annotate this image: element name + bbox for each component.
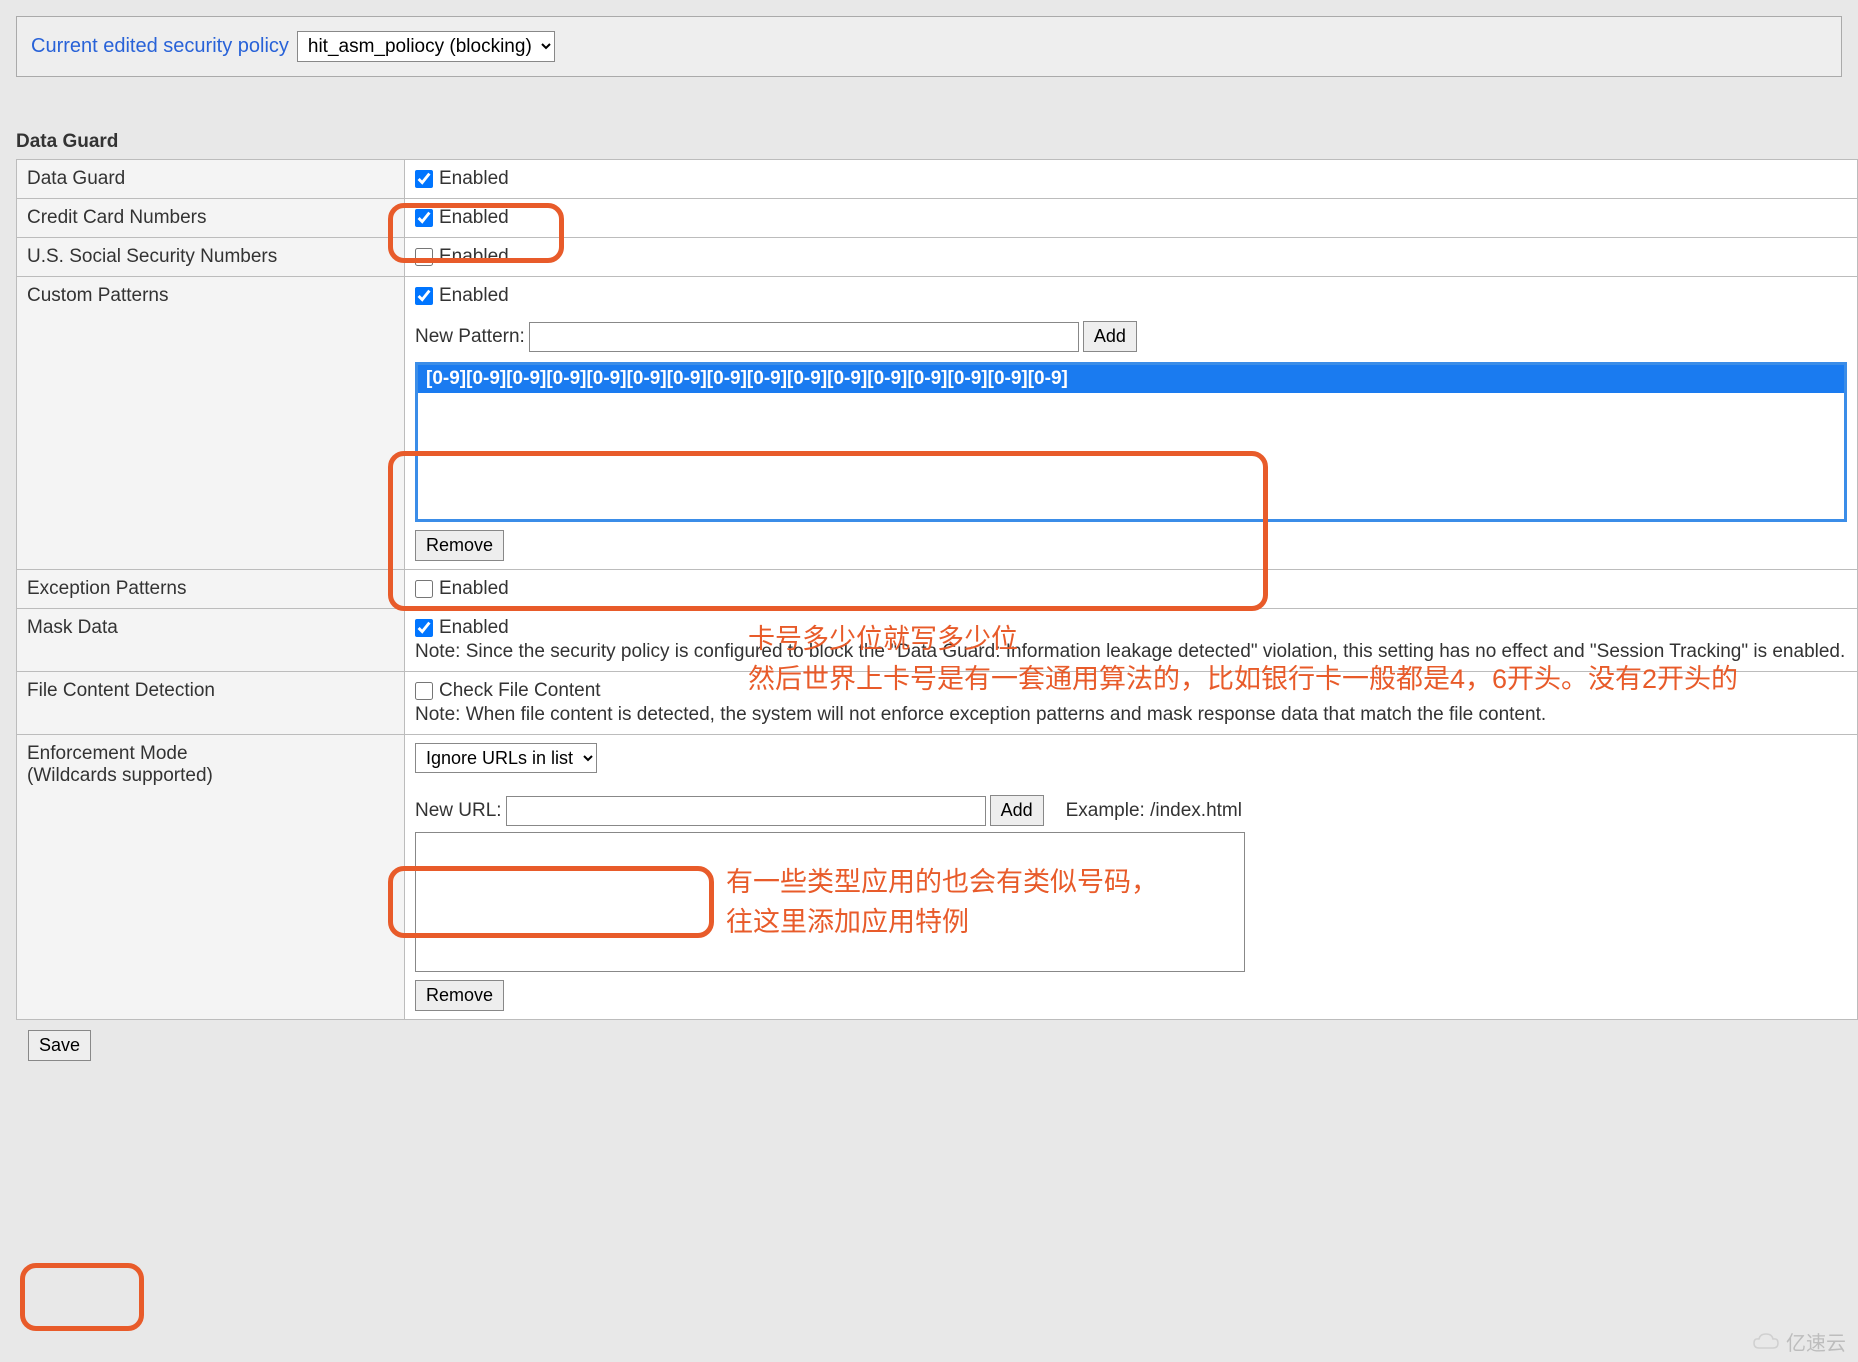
checkbox-custom[interactable] xyxy=(415,287,433,305)
label-file: File Content Detection xyxy=(17,672,405,735)
annotation-file-1: 有一些类型应用的也会有类似号码， xyxy=(726,864,1158,900)
label-enabled: Enabled xyxy=(439,578,509,600)
save-button[interactable]: Save xyxy=(28,1030,91,1061)
url-example: Example: /index.html xyxy=(1066,800,1242,822)
annotation-custom-2: 然后世界上卡号是有一套通用算法的，比如银行卡一般都是4，6开头。没有2开头的 xyxy=(748,661,1798,697)
label-mask: Mask Data xyxy=(17,609,405,672)
label-ssn: U.S. Social Security Numbers xyxy=(17,238,405,277)
new-url-label: New URL: xyxy=(415,800,502,822)
label-enforce-2: (Wildcards supported) xyxy=(27,765,213,786)
checkbox-exception[interactable] xyxy=(415,580,433,598)
new-url-input[interactable] xyxy=(506,796,986,826)
label-enabled: Enabled xyxy=(439,207,509,229)
label-enforce-1: Enforcement Mode xyxy=(27,743,188,764)
mask-note: Note: Since the security policy is confi… xyxy=(415,641,1847,663)
policy-select[interactable]: hit_asm_poliocy (blocking) xyxy=(297,31,555,62)
watermark-text: 亿速云 xyxy=(1786,1327,1846,1356)
row-custom: Custom Patterns Enabled New Pattern: Add… xyxy=(17,277,1858,570)
label-custom: Custom Patterns xyxy=(17,277,405,570)
watermark: 亿速云 xyxy=(1752,1327,1846,1356)
checkbox-ccn[interactable] xyxy=(415,209,433,227)
label-enforce: Enforcement Mode (Wildcards supported) xyxy=(17,735,405,1020)
checkbox-ssn[interactable] xyxy=(415,248,433,266)
checkbox-mask[interactable] xyxy=(415,619,433,637)
label-enabled: Enabled xyxy=(439,168,509,190)
enforce-mode-select[interactable]: Ignore URLs in list xyxy=(415,743,597,773)
label-enabled: Enabled xyxy=(439,285,509,307)
new-pattern-input[interactable] xyxy=(529,322,1079,352)
row-ccn: Credit Card Numbers Enabled xyxy=(17,199,1858,238)
label-ccn: Credit Card Numbers xyxy=(17,199,405,238)
annotation-file-2: 往这里添加应用特例 xyxy=(726,904,969,940)
add-url-button[interactable]: Add xyxy=(990,795,1044,826)
add-pattern-button[interactable]: Add xyxy=(1083,321,1137,352)
annotation-custom-1: 卡号多少位就写多少位 xyxy=(748,621,1018,657)
remove-url-button[interactable]: Remove xyxy=(415,980,504,1011)
row-exception: Exception Patterns Enabled xyxy=(17,570,1858,609)
new-pattern-label: New Pattern: xyxy=(415,326,525,348)
label-check-file: Check File Content xyxy=(439,680,601,702)
label-exception: Exception Patterns xyxy=(17,570,405,609)
label-enabled: Enabled xyxy=(439,246,509,268)
checkbox-data-guard[interactable] xyxy=(415,170,433,188)
pattern-listbox[interactable]: [0-9][0-9][0-9][0-9][0-9][0-9][0-9][0-9]… xyxy=(415,362,1847,522)
row-data-guard: Data Guard Enabled xyxy=(17,160,1858,199)
remove-pattern-button[interactable]: Remove xyxy=(415,530,504,561)
row-ssn: U.S. Social Security Numbers Enabled xyxy=(17,238,1858,277)
pattern-item-selected[interactable]: [0-9][0-9][0-9][0-9][0-9][0-9][0-9][0-9]… xyxy=(418,365,1844,393)
checkbox-file-content[interactable] xyxy=(415,682,433,700)
policy-bar-label: Current edited security policy xyxy=(31,35,289,58)
highlight-box-save xyxy=(20,1263,144,1331)
label-enabled: Enabled xyxy=(439,617,509,639)
policy-bar: Current edited security policy hit_asm_p… xyxy=(16,16,1842,77)
url-listbox[interactable] xyxy=(415,832,1245,972)
label-data-guard: Data Guard xyxy=(17,160,405,199)
watermark-icon xyxy=(1752,1332,1780,1352)
section-title: Data Guard xyxy=(16,131,1858,153)
file-note: Note: When file content is detected, the… xyxy=(415,704,1847,726)
